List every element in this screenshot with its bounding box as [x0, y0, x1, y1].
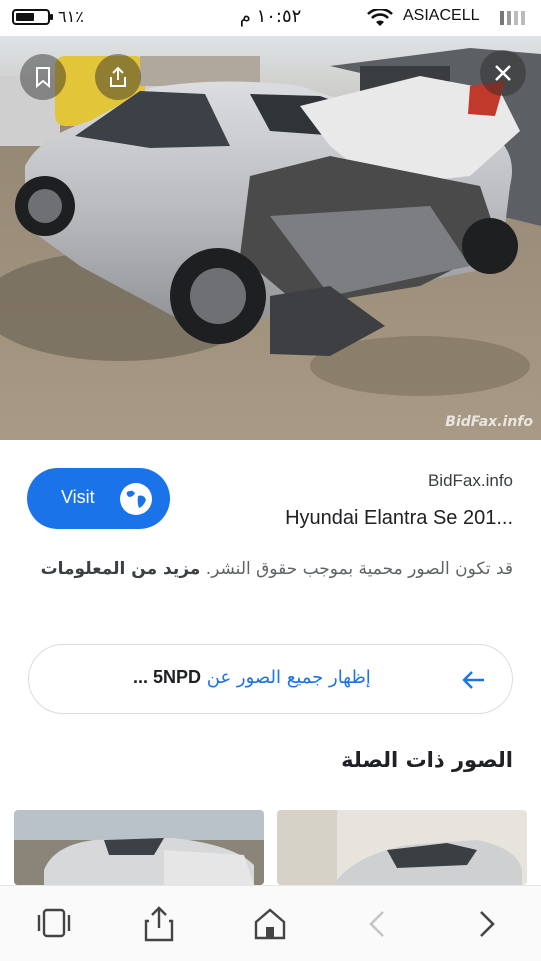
result-title[interactable]: Hyundai Elantra Se 201... [285, 507, 513, 530]
related-image-thumb[interactable] [277, 810, 527, 885]
share-icon [110, 66, 126, 87]
copyright-notice: قد تكون الصور محمية بموجب حقوق النشر. مز… [27, 554, 513, 584]
share-button[interactable] [95, 54, 141, 100]
related-images-heading: الصور ذات الصلة [341, 748, 513, 772]
carrier-name: ASIACELL [403, 7, 480, 24]
bottom-toolbar [0, 885, 541, 961]
bookmark-icon [36, 67, 50, 89]
related-image-thumb[interactable] [14, 810, 264, 885]
chevron-left-icon[interactable] [358, 904, 398, 944]
related-image-thumb-1 [14, 810, 264, 885]
chevron-right-icon[interactable] [466, 904, 506, 944]
arrow-left-icon [462, 671, 484, 689]
copyright-text: قد تكون الصور محمية بموجب حقوق النشر. [205, 559, 513, 579]
more-info-link[interactable]: مزيد من المعلومات [41, 559, 201, 579]
signal-icon [500, 9, 530, 25]
image-watermark: BidFax.info [445, 414, 533, 430]
related-image-thumb-2 [277, 810, 527, 885]
show-all-text: إظهار جميع الصور عن [206, 667, 371, 688]
show-all-label: إظهار جميع الصور عن 5NPD ... [133, 667, 371, 688]
share-icon[interactable] [139, 904, 179, 944]
bookmark-button[interactable] [20, 54, 66, 100]
car-photo[interactable]: BidFax.info [0, 36, 541, 440]
show-all-images-button[interactable]: إظهار جميع الصور عن 5NPD ... [28, 644, 513, 714]
close-button[interactable] [480, 50, 526, 96]
show-all-query: 5NPD ... [133, 667, 202, 687]
visit-button[interactable]: Visit [27, 468, 170, 529]
source-domain[interactable]: BidFax.info [428, 471, 513, 491]
car-photo-image [0, 36, 541, 440]
globe-icon [120, 483, 152, 515]
wifi-icon [367, 9, 393, 26]
home-icon[interactable] [250, 904, 290, 944]
tabs-icon[interactable] [34, 904, 74, 944]
visit-label: Visit [61, 487, 95, 507]
status-bar: ٦١٪ ١٠:٥٢ م ASIACELL [0, 0, 541, 36]
close-icon [495, 65, 511, 81]
